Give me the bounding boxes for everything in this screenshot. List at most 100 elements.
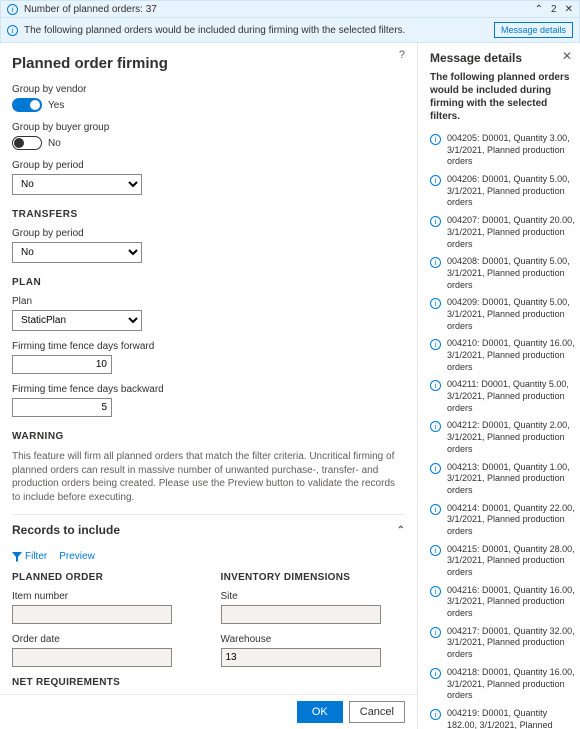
group-period-label: Group by period — [12, 160, 405, 171]
plan-header: PLAN — [12, 277, 405, 288]
topbar-count: 2 — [551, 4, 557, 15]
collapse-up-icon[interactable]: ⌃ — [535, 4, 543, 15]
warehouse-input[interactable] — [221, 648, 381, 667]
message-item: i 004218: D0001, Quantity 16.00, 3/1/2021… — [430, 667, 576, 702]
message-item-text: 004219: D0001, Quantity 182.00, 3/1/2021… — [447, 708, 576, 729]
message-details-button[interactable]: Message details — [494, 22, 573, 38]
group-buyer-value: No — [48, 138, 61, 149]
transfers-period-label: Group by period — [12, 228, 405, 239]
filter-link[interactable]: Filter — [12, 551, 47, 562]
info-icon: i — [430, 257, 441, 268]
message-item: i 004210: D0001, Quantity 16.00, 3/1/2021… — [430, 338, 576, 373]
message-list[interactable]: i 004205: D0001, Quantity 3.00, 3/1/2021,… — [430, 133, 576, 729]
message-item-text: 004218: D0001, Quantity 16.00, 3/1/2021,… — [447, 667, 576, 702]
message-item: i 004205: D0001, Quantity 3.00, 3/1/2021,… — [430, 133, 576, 168]
message-item-text: 004217: D0001, Quantity 32.00, 3/1/2021,… — [447, 626, 576, 661]
close-topbar-icon[interactable]: ✕ — [565, 4, 573, 15]
message-item: i 004208: D0001, Quantity 5.00, 3/1/2021,… — [430, 256, 576, 291]
message-item: i 004219: D0001, Quantity 182.00, 3/1/202… — [430, 708, 576, 729]
ok-button[interactable]: OK — [297, 701, 343, 723]
info-icon: i — [7, 25, 18, 36]
message-item-text: 004212: D0001, Quantity 2.00, 3/1/2021, … — [447, 420, 576, 455]
order-date-label: Order date — [12, 634, 197, 645]
info-icon: i — [430, 175, 441, 186]
form-panel: ? Planned order firming Group by vendor … — [0, 43, 418, 729]
message-item-text: 004211: D0001, Quantity 5.00, 3/1/2021, … — [447, 379, 576, 414]
help-icon[interactable]: ? — [399, 49, 405, 61]
info-icon: i — [430, 709, 441, 720]
info-icon: i — [430, 463, 441, 474]
item-number-input[interactable] — [12, 605, 172, 624]
transfers-period-select[interactable]: No — [12, 242, 142, 263]
info-topbar: i Number of planned orders: 37 ⌃ 2 ✕ — [0, 0, 580, 18]
cancel-button[interactable]: Cancel — [349, 701, 405, 723]
group-vendor-label: Group by vendor — [12, 84, 405, 95]
filter-icon — [12, 552, 22, 562]
records-expand[interactable]: Records to include ⌃ — [12, 514, 405, 545]
plan-select[interactable]: StaticPlan — [12, 310, 142, 331]
fwd-input[interactable] — [12, 355, 112, 374]
info-icon: i — [430, 134, 441, 145]
site-label: Site — [221, 591, 406, 602]
message-item: i004213: D0001, Quantity 1.00, 3/1/2021,… — [430, 462, 576, 497]
plan-label: Plan — [12, 296, 405, 307]
group-period-select[interactable]: No — [12, 174, 142, 195]
message-bar: i The following planned orders would be … — [0, 18, 580, 43]
message-item: i 004216: D0001, Quantity 16.00, 3/1/2021… — [430, 585, 576, 620]
warehouse-label: Warehouse — [221, 634, 406, 645]
message-item: i004206: D0001, Quantity 5.00, 3/1/2021,… — [430, 174, 576, 209]
message-item-text: 004207: D0001, Quantity 20.00, 3/1/2021,… — [447, 215, 576, 250]
message-item: i 004207: D0001, Quantity 20.00, 3/1/2021… — [430, 215, 576, 250]
message-item-text: 004208: D0001, Quantity 5.00, 3/1/2021, … — [447, 256, 576, 291]
page-title: Planned order firming — [12, 55, 405, 72]
details-panel: ✕ Message details The following planned … — [418, 43, 580, 729]
message-item-text: 004215: D0001, Quantity 28.00, 3/1/2021,… — [447, 544, 576, 579]
message-item-text: 004216: D0001, Quantity 16.00, 3/1/2021,… — [447, 585, 576, 620]
dialog-footer: OK Cancel — [0, 694, 417, 729]
info-icon: i — [430, 668, 441, 679]
message-item-text: 004214: D0001, Quantity 22.00, 3/1/2021,… — [447, 503, 576, 538]
info-icon: i — [430, 586, 441, 597]
site-input[interactable] — [221, 605, 381, 624]
info-icon: i — [430, 627, 441, 638]
topbar-title: Number of planned orders: 37 — [24, 4, 535, 15]
chevron-up-icon: ⌃ — [397, 525, 405, 536]
message-item-text: 004205: D0001, Quantity 3.00, 3/1/2021, … — [447, 133, 576, 168]
warning-header: WARNING — [12, 431, 405, 442]
planned-order-header: PLANNED ORDER — [12, 572, 197, 583]
info-icon: i — [430, 545, 441, 556]
info-icon: i — [430, 339, 441, 350]
info-icon: i — [7, 4, 18, 15]
order-date-input[interactable] — [12, 648, 172, 667]
info-icon: i — [430, 298, 441, 309]
message-item-text: 004209: D0001, Quantity 5.00, 3/1/2021, … — [447, 297, 576, 332]
item-number-label: Item number — [12, 591, 197, 602]
details-header: Message details — [430, 51, 576, 65]
group-buyer-label: Group by buyer group — [12, 122, 405, 133]
message-item: i 004214: D0001, Quantity 22.00, 3/1/2021… — [430, 503, 576, 538]
message-item: i 004217: D0001, Quantity 32.00, 3/1/2021… — [430, 626, 576, 661]
bwd-label: Firming time fence days backward — [12, 384, 405, 395]
info-icon: i — [430, 216, 441, 227]
preview-link[interactable]: Preview — [59, 551, 95, 562]
info-icon: i — [430, 380, 441, 391]
records-header: Records to include — [12, 523, 120, 537]
message-item: i 004215: D0001, Quantity 28.00, 3/1/2021… — [430, 544, 576, 579]
group-buyer-toggle[interactable] — [12, 136, 42, 150]
message-item: i 004211: D0001, Quantity 5.00, 3/1/2021,… — [430, 379, 576, 414]
fwd-label: Firming time fence days forward — [12, 341, 405, 352]
close-panel-icon[interactable]: ✕ — [562, 49, 572, 63]
message-item: i 004212: D0001, Quantity 2.00, 3/1/2021,… — [430, 420, 576, 455]
details-desc: The following planned orders would be in… — [430, 71, 576, 123]
message-item: i 004209: D0001, Quantity 5.00, 3/1/2021,… — [430, 297, 576, 332]
message-item-text: 004210: D0001, Quantity 16.00, 3/1/2021,… — [447, 338, 576, 373]
warning-text: This feature will firm all planned order… — [12, 450, 405, 504]
inventory-dim-header: INVENTORY DIMENSIONS — [221, 572, 406, 583]
message-bar-text: The following planned orders would be in… — [24, 25, 494, 36]
group-vendor-toggle[interactable] — [12, 98, 42, 112]
info-icon: i — [430, 504, 441, 515]
transfers-header: TRANSFERS — [12, 209, 405, 220]
info-icon: i — [430, 421, 441, 432]
bwd-input[interactable] — [12, 398, 112, 417]
net-req-header: NET REQUIREMENTS — [12, 677, 197, 688]
